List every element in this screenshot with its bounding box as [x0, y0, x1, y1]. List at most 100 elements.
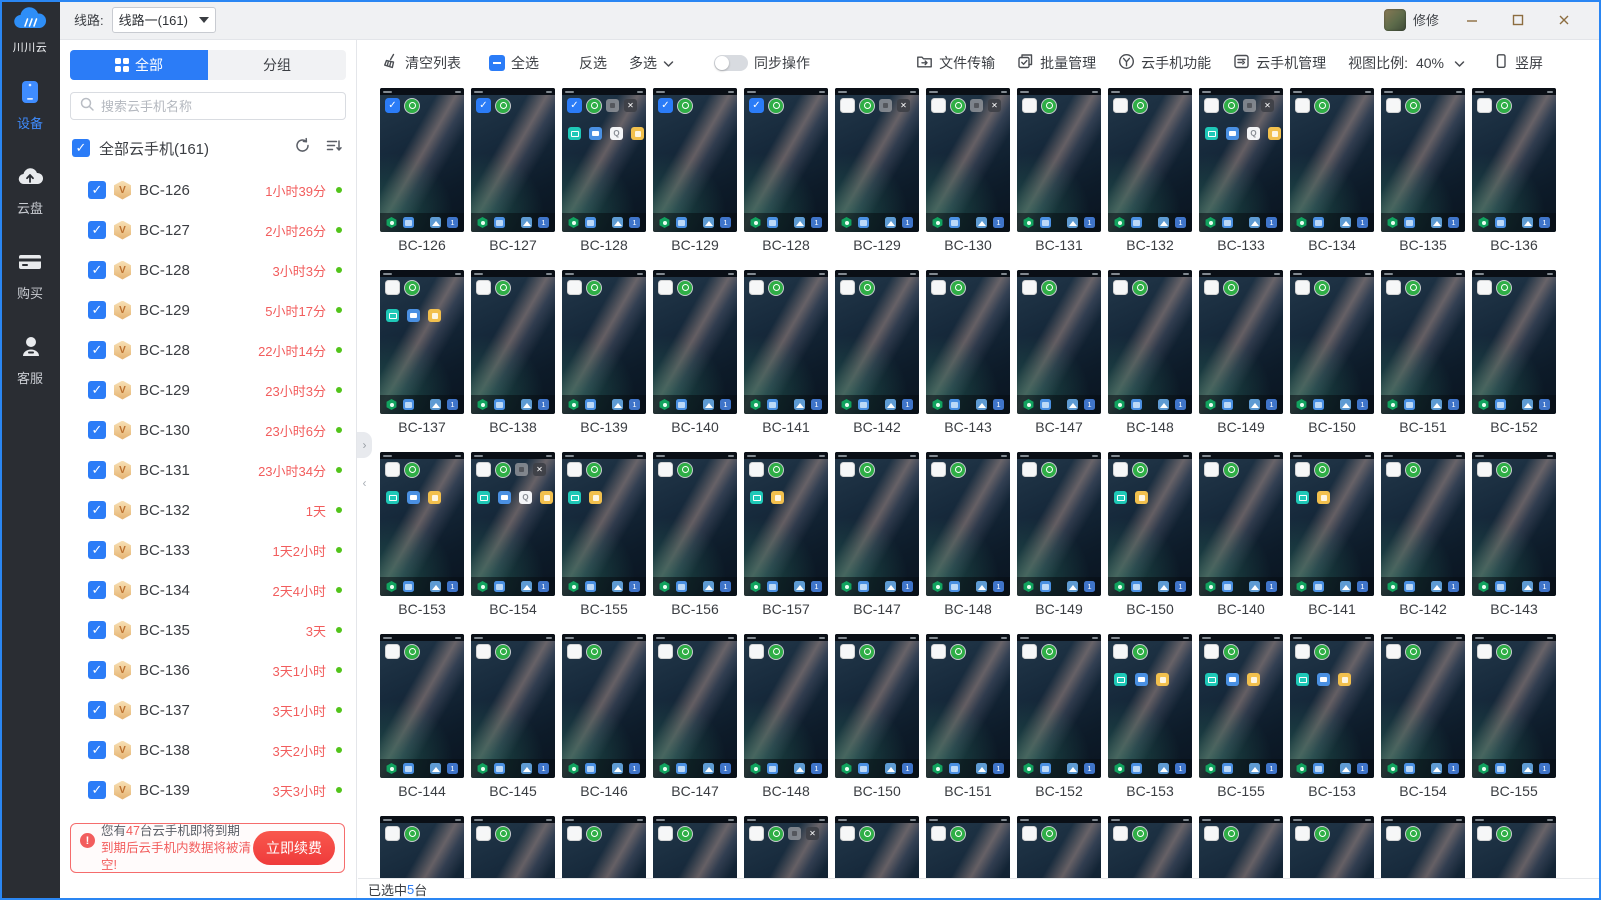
thumbnail-checkbox[interactable]	[749, 826, 764, 841]
device-list-item[interactable]: ✓VBC-1393天3小时	[60, 770, 356, 810]
thumbnail-checkbox[interactable]	[1113, 280, 1128, 295]
phone-thumbnail[interactable]: 1	[1199, 452, 1283, 596]
phone-thumbnail[interactable]: 1	[1199, 270, 1283, 414]
phone-thumbnail[interactable]: 1	[1108, 634, 1192, 778]
thumbnail-checkbox[interactable]	[749, 462, 764, 477]
sidebar-item-support[interactable]: 客服	[17, 334, 43, 387]
thumbnail-checkbox[interactable]	[658, 280, 673, 295]
thumbnail-checkbox[interactable]: ✓	[567, 98, 582, 113]
thumbnail-checkbox[interactable]	[931, 280, 946, 295]
device-list-item[interactable]: ✓VBC-13123小时34分	[60, 450, 356, 490]
phone-thumbnail[interactable]: 1	[562, 634, 646, 778]
thumbnail-checkbox[interactable]	[1204, 826, 1219, 841]
thumbnail-checkbox[interactable]	[1295, 462, 1310, 477]
minimize-button[interactable]	[1449, 6, 1495, 34]
phone-thumbnail[interactable]: 1	[1381, 88, 1465, 232]
sort-list-icon[interactable]	[325, 137, 342, 159]
phone-thumbnail[interactable]: ✓1	[471, 88, 555, 232]
phone-thumbnail[interactable]: 1	[562, 270, 646, 414]
phone-thumbnail[interactable]: 1	[380, 816, 464, 878]
thumbnail-checkbox[interactable]	[1204, 462, 1219, 477]
phone-thumbnail[interactable]: 1	[835, 452, 919, 596]
tab-groups[interactable]: 分组	[208, 50, 346, 80]
device-checkbox[interactable]: ✓	[88, 381, 106, 399]
thumbnail-checkbox[interactable]	[1386, 98, 1401, 113]
checkbox-indeterminate-icon[interactable]	[489, 55, 505, 71]
phone-thumbnail[interactable]: 1	[1017, 452, 1101, 596]
cloud-phone-function-button[interactable]: 云手机功能	[1118, 53, 1211, 73]
thumbnail-checkbox[interactable]	[931, 98, 946, 113]
device-checkbox[interactable]: ✓	[88, 621, 106, 639]
device-checkbox[interactable]: ✓	[88, 261, 106, 279]
device-checkbox[interactable]: ✓	[88, 421, 106, 439]
thumbnail-checkbox[interactable]	[1113, 462, 1128, 477]
panel-collapse-handle[interactable]: ‹	[357, 470, 372, 496]
thumbnail-checkbox[interactable]	[840, 462, 855, 477]
phone-thumbnail[interactable]: 1	[471, 816, 555, 878]
thumbnail-checkbox[interactable]	[1477, 98, 1492, 113]
phone-thumbnail[interactable]: 1	[1472, 634, 1556, 778]
cloud-phone-manage-button[interactable]: 云手机管理	[1233, 53, 1326, 73]
phone-thumbnail[interactable]: ✕1	[744, 816, 828, 878]
device-list-item[interactable]: ✓VBC-1383天2小时	[60, 730, 356, 770]
phone-thumbnail[interactable]: 1	[562, 816, 646, 878]
device-list-item[interactable]: ✓VBC-1373天1小时	[60, 690, 356, 730]
invert-selection-button[interactable]: 反选	[579, 53, 607, 73]
thumbnail-checkbox[interactable]	[1022, 644, 1037, 659]
phone-thumbnail[interactable]: 1	[926, 270, 1010, 414]
maximize-button[interactable]	[1495, 6, 1541, 34]
phone-thumbnail[interactable]: 1	[835, 270, 919, 414]
device-list-item[interactable]: ✓VBC-1272小时26分	[60, 210, 356, 250]
phone-thumbnail[interactable]: 1	[1472, 816, 1556, 878]
phone-thumbnail[interactable]: 1	[1017, 816, 1101, 878]
thumbnail-checkbox[interactable]	[1113, 826, 1128, 841]
phone-thumbnail[interactable]: 1	[380, 634, 464, 778]
phone-thumbnail[interactable]: 1	[1290, 270, 1374, 414]
thumbnail-checkbox[interactable]	[1386, 462, 1401, 477]
thumbnail-checkbox[interactable]	[840, 826, 855, 841]
phone-thumbnail[interactable]: 1	[1017, 270, 1101, 414]
thumbnail-checkbox[interactable]	[385, 280, 400, 295]
thumbnail-checkbox[interactable]	[1477, 644, 1492, 659]
phone-thumbnail[interactable]: 1	[1381, 452, 1465, 596]
thumbnail-checkbox[interactable]	[1477, 826, 1492, 841]
device-list-item[interactable]: ✓VBC-1283小时3分	[60, 250, 356, 290]
panel-expand-handle[interactable]: ›	[357, 432, 372, 458]
phone-thumbnail[interactable]: 1	[1108, 88, 1192, 232]
phone-thumbnail[interactable]: 1	[926, 634, 1010, 778]
device-list-item[interactable]: ✓VBC-1342天4小时	[60, 570, 356, 610]
thumbnail-checkbox[interactable]	[385, 644, 400, 659]
thumbnail-checkbox[interactable]: ✓	[658, 98, 673, 113]
thumbnail-checkbox[interactable]	[476, 280, 491, 295]
portrait-mode-button[interactable]: 竖屏	[1493, 53, 1543, 73]
thumbnail-checkbox[interactable]	[1022, 462, 1037, 477]
device-checkbox[interactable]: ✓	[88, 221, 106, 239]
phone-thumbnail[interactable]: 1	[1108, 452, 1192, 596]
phone-thumbnail[interactable]: 1	[562, 452, 646, 596]
phone-thumbnail[interactable]: 1	[1108, 270, 1192, 414]
phone-thumbnail[interactable]: 1	[653, 634, 737, 778]
thumbnail-checkbox[interactable]	[1386, 280, 1401, 295]
avatar[interactable]	[1384, 9, 1406, 31]
close-button[interactable]	[1541, 6, 1587, 34]
file-transfer-button[interactable]: 文件传输	[916, 53, 995, 73]
phone-thumbnail[interactable]: 1	[1290, 816, 1374, 878]
phone-thumbnail[interactable]: 1	[1381, 816, 1465, 878]
phone-thumbnail[interactable]: 1	[1472, 452, 1556, 596]
device-checkbox[interactable]: ✓	[88, 501, 106, 519]
phone-thumbnail[interactable]: 1	[926, 452, 1010, 596]
device-checkbox[interactable]: ✓	[88, 461, 106, 479]
thumbnail-checkbox[interactable]	[385, 826, 400, 841]
thumbnail-checkbox[interactable]: ✓	[476, 98, 491, 113]
thumbnail-checkbox[interactable]	[1204, 98, 1219, 113]
thumbnail-checkbox[interactable]	[567, 280, 582, 295]
sidebar-item-purchase[interactable]: 购买	[17, 249, 43, 302]
phone-thumbnail[interactable]: 1	[1017, 634, 1101, 778]
device-list-item[interactable]: ✓VBC-1295小时17分	[60, 290, 356, 330]
zoom-ratio-value[interactable]: 40%	[1416, 55, 1444, 71]
device-checkbox[interactable]: ✓	[88, 701, 106, 719]
renew-button[interactable]: 立即续费	[253, 831, 335, 865]
thumbnail-checkbox[interactable]	[1022, 98, 1037, 113]
phone-thumbnail[interactable]: ✕1	[926, 88, 1010, 232]
phone-thumbnail[interactable]: 1	[1472, 88, 1556, 232]
